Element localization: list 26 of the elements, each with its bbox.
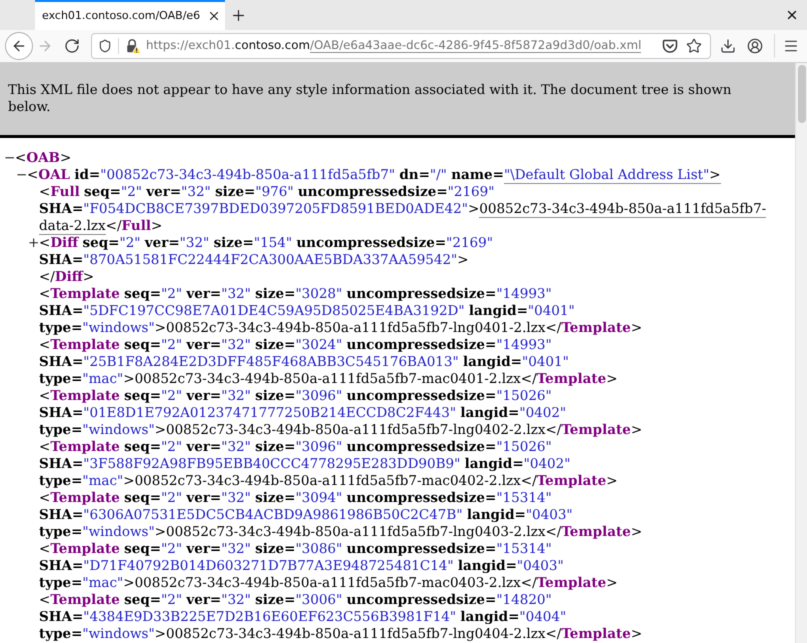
xml-end-tag: </Diff>	[39, 269, 94, 286]
close-icon[interactable]	[785, 8, 799, 22]
close-icon[interactable]	[207, 9, 221, 23]
scrollbar-thumb[interactable]	[798, 65, 806, 123]
shield-icon[interactable]	[98, 39, 112, 53]
scrollbar-track[interactable]	[795, 63, 807, 643]
lock-warning-icon[interactable]	[125, 38, 141, 54]
account-icon[interactable]	[747, 38, 763, 54]
xml-start-tag: <Diff seq="2" ver="32" size="154" uncompressedsize="2169" SHA="870A51581FC22444F2CA300AAE5BDA337AA59542">	[39, 235, 795, 269]
xml-element: <Template seq="2" ver="32" size="3006" uncompressedsize="14820" SHA="4384E9D33B225E7D2B16E60EF623C556B3981F14" langid="0404" type="windows">00852c73-34c3-494b-850a-a111fd5a5fb7-lng0404-2.lzx</Template>	[39, 592, 644, 643]
arrow-right-icon	[37, 38, 53, 54]
xml-start-tag: <OAB>	[15, 150, 72, 167]
collapse-toggle[interactable]: +	[28, 235, 40, 252]
notice-text: This XML file does not appear to have any style information associated with it. The document tree is shown below.	[8, 82, 732, 116]
collapse-toggle[interactable]: −	[4, 150, 16, 167]
url-text[interactable]: https://exch01.contoso.com/OAB/e6a43aae-dc6c-4286-9f45-8f5872a9d3d0/oab.xml	[146, 37, 642, 55]
menu-icon[interactable]	[783, 38, 799, 54]
xml-start-tag: <OAL id="00852c73-34c3-494b-850a-a111fd5a5fb7" dn="/" name="\Default Global Address List">	[27, 167, 721, 184]
address-bar[interactable]: https://exch01.contoso.com/OAB/e6a43aae-dc6c-4286-9f45-8f5872a9d3d0/oab.xml	[91, 33, 711, 59]
download-icon[interactable]	[720, 38, 736, 54]
collapse-toggle[interactable]: −	[16, 167, 28, 184]
browser-tab[interactable]: exch01.contoso.com/OAB/e6	[35, 0, 225, 30]
reload-icon	[64, 38, 80, 54]
tray-chevron-icon[interactable]	[662, 38, 678, 54]
star-icon[interactable]	[686, 38, 702, 54]
back-button[interactable]	[5, 32, 33, 60]
